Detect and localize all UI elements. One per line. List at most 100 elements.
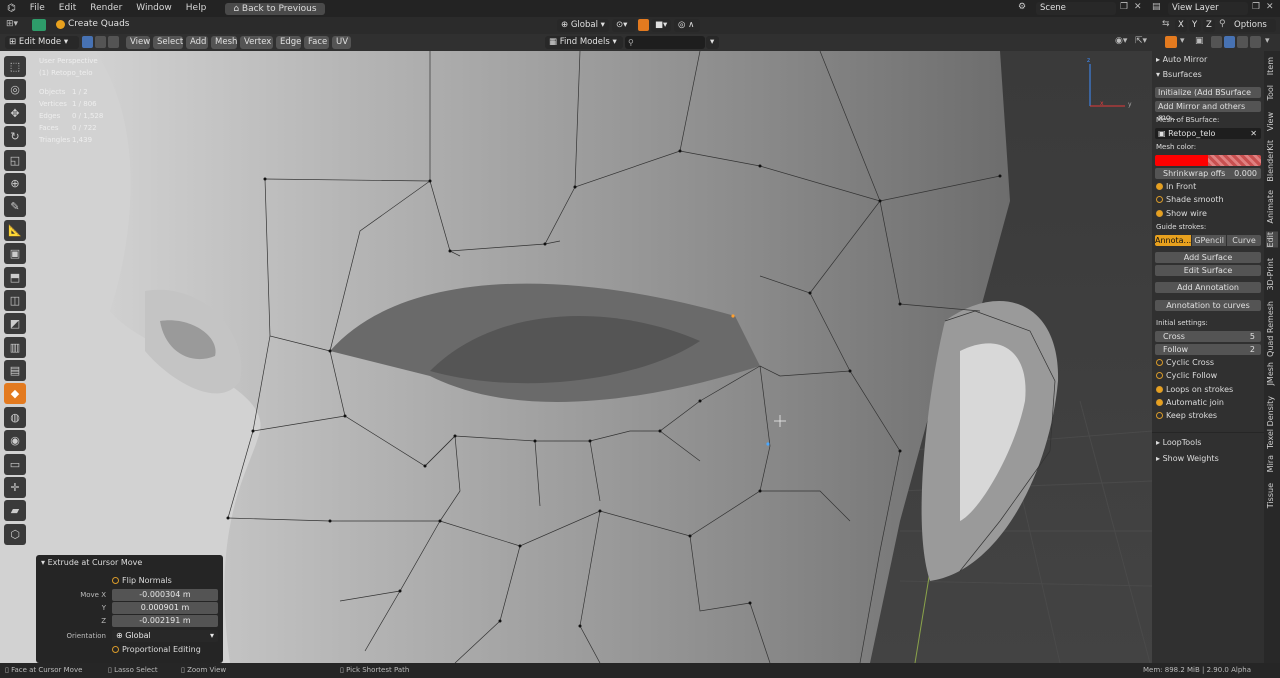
tab-view[interactable]: View xyxy=(1266,112,1278,131)
mode-select[interactable]: ⊞ Edit Mode ▾ xyxy=(5,36,79,49)
editor-type-icon[interactable]: ⊞▾ xyxy=(6,19,18,29)
menu-edit[interactable]: Edit xyxy=(52,0,83,17)
tab-annotation[interactable]: Annota... xyxy=(1155,235,1192,246)
tab-mira[interactable]: Mira xyxy=(1266,455,1278,472)
show-weights-header[interactable]: ▸ Show Weights xyxy=(1156,453,1262,465)
smooth-tool-icon[interactable]: ◉ xyxy=(4,430,26,452)
mirror-z-button[interactable]: Z xyxy=(1203,19,1215,32)
extrude-tool-icon[interactable]: ⬒ xyxy=(4,266,26,288)
add-annotation-button[interactable]: Add Annotation xyxy=(1155,282,1261,293)
visibility-icon[interactable]: ◉▾ xyxy=(1115,36,1127,46)
flip-normals-checkbox[interactable]: Flip Normals xyxy=(112,576,172,585)
add-mirror-button[interactable]: Add Mirror and others mo... xyxy=(1155,101,1261,122)
bevel-tool-icon[interactable]: ◩ xyxy=(4,313,26,335)
clear-icon[interactable]: ✕ xyxy=(1250,128,1257,139)
overlay-dropdown-icon[interactable]: ▾ xyxy=(1180,36,1185,46)
annotate-tool-icon[interactable]: ✎ xyxy=(4,196,26,218)
tab-texel-density[interactable]: Texel Density xyxy=(1266,396,1278,449)
cyclic-follow-checkbox[interactable]: Cyclic Follow xyxy=(1156,370,1262,382)
tab-tool[interactable]: Tool xyxy=(1266,85,1278,101)
mirror-x-button[interactable]: X xyxy=(1175,19,1187,32)
tab-gpencil[interactable]: GPencil xyxy=(1192,235,1227,246)
annotation-to-curves-button[interactable]: Annotation to curves xyxy=(1155,300,1261,311)
tab-curve[interactable]: Curve xyxy=(1227,235,1261,246)
shrinkwrap-offset-field[interactable]: Shrinkwrap offs 0.000 xyxy=(1155,168,1261,179)
transform-orientation-select[interactable]: ⊕ Global ▾ xyxy=(557,19,609,32)
add-cube-tool-icon[interactable]: ▣ xyxy=(4,243,26,265)
blender-logo-icon[interactable]: ⌬ xyxy=(0,0,23,17)
edit-options-icon[interactable]: ⚲ xyxy=(1219,19,1226,29)
scene-field[interactable]: Scene xyxy=(1036,2,1116,15)
menu-window[interactable]: Window xyxy=(129,0,179,17)
tab-jmesh[interactable]: JMesh xyxy=(1266,362,1278,385)
tab-edit[interactable]: Edit xyxy=(1266,232,1278,248)
menu-add[interactable]: Add xyxy=(186,36,208,49)
solid-shading-icon[interactable] xyxy=(1224,36,1235,48)
bsurfaces-header[interactable]: ▾ Bsurfaces xyxy=(1156,69,1262,81)
close-scene-icon[interactable]: ✕ xyxy=(1134,2,1142,12)
loops-on-strokes-checkbox[interactable]: Loops on strokes xyxy=(1156,384,1262,396)
cyclic-cross-checkbox[interactable]: Cyclic Cross xyxy=(1156,357,1262,369)
rip-region-tool-icon[interactable]: ⬡ xyxy=(4,523,26,545)
xray-icon[interactable]: ▣ xyxy=(1195,36,1204,46)
menu-mesh[interactable]: Mesh xyxy=(211,36,237,49)
move-z-field[interactable]: -0.002191 m xyxy=(112,615,218,627)
rotate-tool-icon[interactable]: ↻ xyxy=(4,126,26,148)
shading-options-icon[interactable]: ▾ xyxy=(1265,36,1270,46)
edge-select-icon[interactable] xyxy=(95,36,106,48)
cross-field[interactable]: Cross 5 xyxy=(1155,331,1261,342)
pivot-point-select[interactable]: ⊙▾ xyxy=(612,19,636,32)
move-tool-icon[interactable]: ✥ xyxy=(4,102,26,124)
menu-face[interactable]: Face xyxy=(304,36,329,49)
edge-slide-tool-icon[interactable]: ▭ xyxy=(4,453,26,475)
initialize-button[interactable]: Initialize (Add BSurface m... xyxy=(1155,87,1261,108)
auto-mirror-header[interactable]: ▸ Auto Mirror xyxy=(1156,54,1262,66)
mirror-y-button[interactable]: Y xyxy=(1189,19,1201,32)
follow-field[interactable]: Follow 2 xyxy=(1155,344,1261,355)
options-button[interactable]: Options ▾ xyxy=(1230,19,1276,43)
find-models-dropdown-icon[interactable]: ▾ xyxy=(706,36,719,49)
back-to-previous-button[interactable]: ⌂ Back to Previous xyxy=(225,2,325,15)
automatic-join-checkbox[interactable]: Automatic join xyxy=(1156,397,1262,409)
wireframe-shading-icon[interactable] xyxy=(1211,36,1222,48)
show-wire-checkbox[interactable]: Show wire xyxy=(1156,208,1262,220)
orientation-select[interactable]: ⊕ Global ▾ xyxy=(112,630,218,642)
shrink-fatten-tool-icon[interactable]: ✛ xyxy=(4,477,26,499)
add-surface-button[interactable]: Add Surface xyxy=(1155,252,1261,263)
menu-select[interactable]: Select xyxy=(153,36,183,49)
find-models-search-input[interactable]: ⚲ xyxy=(625,36,705,49)
move-y-field[interactable]: 0.000901 m xyxy=(112,602,218,614)
select-box-tool-icon[interactable]: ⬚ xyxy=(4,56,26,77)
tab-item[interactable]: Item xyxy=(1266,57,1278,75)
menu-render[interactable]: Render xyxy=(83,0,129,17)
menu-view[interactable]: View xyxy=(126,36,150,49)
inset-tool-icon[interactable]: ◫ xyxy=(4,289,26,311)
scene-icon[interactable]: ⚙ xyxy=(1018,2,1030,14)
rendered-shading-icon[interactable] xyxy=(1250,36,1261,48)
in-front-checkbox[interactable]: In Front xyxy=(1156,181,1262,193)
find-models-select[interactable]: ▦ Find Models ▾ xyxy=(545,36,623,49)
menu-edge[interactable]: Edge xyxy=(276,36,301,49)
proportional-editing-checkbox[interactable]: Proportional Editing xyxy=(112,645,201,654)
loop-cut-tool-icon[interactable]: ▥ xyxy=(4,336,26,358)
close-layer-icon[interactable]: ✕ xyxy=(1266,2,1274,12)
menu-vertex[interactable]: Vertex xyxy=(240,36,273,49)
view-layer-field[interactable]: View Layer xyxy=(1168,2,1248,15)
snap-icon[interactable] xyxy=(638,19,649,31)
spin-tool-icon[interactable]: ◍ xyxy=(4,406,26,428)
proportional-select[interactable]: ◎ ∧ xyxy=(674,19,700,32)
edit-surface-button[interactable]: Edit Surface xyxy=(1155,265,1261,276)
shade-smooth-checkbox[interactable]: Shade smooth xyxy=(1156,194,1262,206)
mesh-color-swatch[interactable] xyxy=(1155,155,1261,166)
tab-animate[interactable]: Animate xyxy=(1266,190,1278,224)
shear-tool-icon[interactable]: ▰ xyxy=(4,500,26,522)
knife-tool-icon[interactable]: ▤ xyxy=(4,360,26,382)
mesh-object-field[interactable]: ▣ Retopo_telo ✕ xyxy=(1155,128,1261,139)
tab-3d-print[interactable]: 3D-Print xyxy=(1266,258,1278,291)
scale-tool-icon[interactable]: ◱ xyxy=(4,149,26,171)
menu-help[interactable]: Help xyxy=(179,0,214,17)
snap-mode-select[interactable]: ■▾ xyxy=(651,19,671,32)
tab-quad-remesh[interactable]: Quad Remesh xyxy=(1266,301,1278,357)
face-select-icon[interactable] xyxy=(108,36,119,48)
keep-strokes-checkbox[interactable]: Keep strokes xyxy=(1156,410,1262,422)
